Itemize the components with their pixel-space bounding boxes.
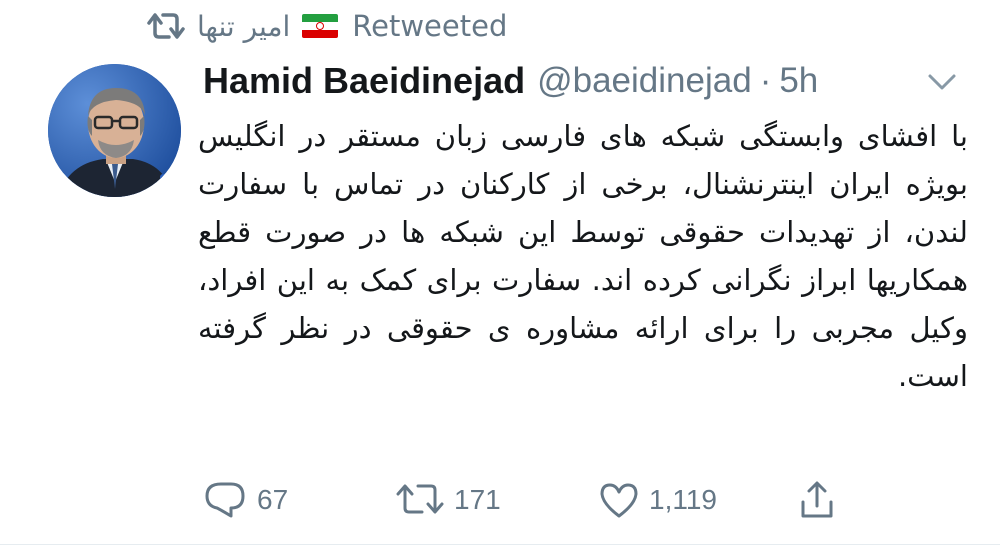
tweet-actions: 67 171 1,119 <box>0 475 1000 525</box>
retweeted-label: Retweeted <box>352 9 508 43</box>
heart-icon <box>600 483 638 518</box>
chevron-down-icon[interactable] <box>924 70 960 94</box>
user-handle[interactable]: @baeidinejad <box>537 61 752 101</box>
retweet-button[interactable]: 171 <box>394 475 501 525</box>
timestamp[interactable]: 5h <box>779 61 818 101</box>
reply-button[interactable]: 67 <box>203 475 288 525</box>
display-name[interactable]: Hamid Baeidinejad <box>203 60 525 102</box>
divider <box>0 544 1000 545</box>
tweet-text: با افشای وابستگی شبکه های فارسی زبان مست… <box>198 119 968 393</box>
tweet-header: Hamid Baeidinejad @baeidinejad · 5h <box>203 56 818 106</box>
retweet-context: امیر تنها Retweeted <box>145 6 507 46</box>
retweet-icon <box>396 484 444 514</box>
like-count: 1,119 <box>649 484 717 515</box>
share-icon <box>801 481 833 518</box>
reply-icon <box>205 482 245 518</box>
retweet-icon <box>147 13 185 39</box>
retweeter-name[interactable]: امیر تنها <box>197 10 290 43</box>
avatar-image <box>48 64 181 197</box>
reply-count: 67 <box>257 484 289 515</box>
separator-dot: · <box>759 61 772 100</box>
iran-flag-icon <box>302 14 339 38</box>
like-button[interactable]: 1,119 <box>597 475 717 525</box>
avatar[interactable] <box>48 64 181 197</box>
retweet-count: 171 <box>454 484 501 515</box>
share-button[interactable] <box>797 475 845 525</box>
